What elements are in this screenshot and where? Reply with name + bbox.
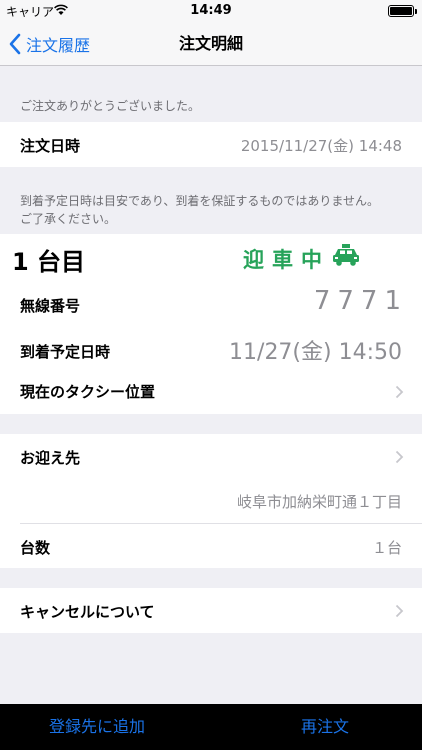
chevron-right-icon [395,604,404,618]
vehicle-status: 迎車中 [243,248,330,272]
taxi-location-label: 現在のタクシー位置 [20,383,156,401]
vehicle-count-label: 台数 [20,539,51,557]
eta-note-line-2: ご了承ください。 [20,212,117,226]
vehicle-title: 1 台目 [12,248,86,276]
pickup-address: 岐阜市加納栄町通１丁目 [236,493,402,511]
chevron-right-icon [395,385,404,399]
eta-label: 到着予定日時 [20,343,111,361]
clock: 14:49 [190,3,232,18]
thanks-note: ご注文ありがとうございました。 [20,99,201,113]
page-title: 注文明細 [178,34,243,53]
eta-note-line-1: 到着予定日時は目安であり、到着を保証するものではありません。 [20,194,380,208]
cancel-info-label: キャンセルについて [20,603,155,621]
order-datetime-label: 注文日時 [20,137,81,155]
pickup-section: お迎え先 岐阜市加納栄町通１丁目 台数 １台 [0,434,422,568]
add-to-favorites-button[interactable]: 登録先に追加 [49,704,145,750]
row-divider [20,523,422,524]
eta-value: 11/27(金) 14:50 [229,340,402,365]
vehicle-section: 1 台目 迎車中 無線番号 7771 到着予定日時 11/27(金) 14:50… [0,234,422,414]
eta-note: 到着予定日時は目安であり、到着を保証するものではありません。 ご了承ください。 [20,192,379,228]
reorder-button[interactable]: 再注文 [301,704,349,750]
taxi-icon [333,244,359,266]
radio-number-label: 無線番号 [20,297,81,315]
battery-icon [388,5,417,17]
navigation-bar: 注文履歴 注文明細 [0,22,422,66]
cancel-info-row[interactable]: キャンセルについて [0,588,422,633]
order-datetime-value: 2015/11/27(金) 14:48 [240,137,402,155]
taxi-location-row[interactable]: 現在のタクシー位置 [0,369,422,414]
status-bar: キャリア 14:49 [0,0,422,22]
pickup-label: お迎え先 [20,449,81,467]
pickup-row[interactable]: お迎え先 [0,434,422,479]
vehicle-count-value: １台 [371,539,402,557]
order-datetime-row: 注文日時 2015/11/27(金) 14:48 [0,122,422,167]
chevron-right-icon [395,450,404,464]
radio-number-value: 7771 [313,286,408,316]
bottom-toolbar: 登録先に追加 再注文 [0,704,422,750]
